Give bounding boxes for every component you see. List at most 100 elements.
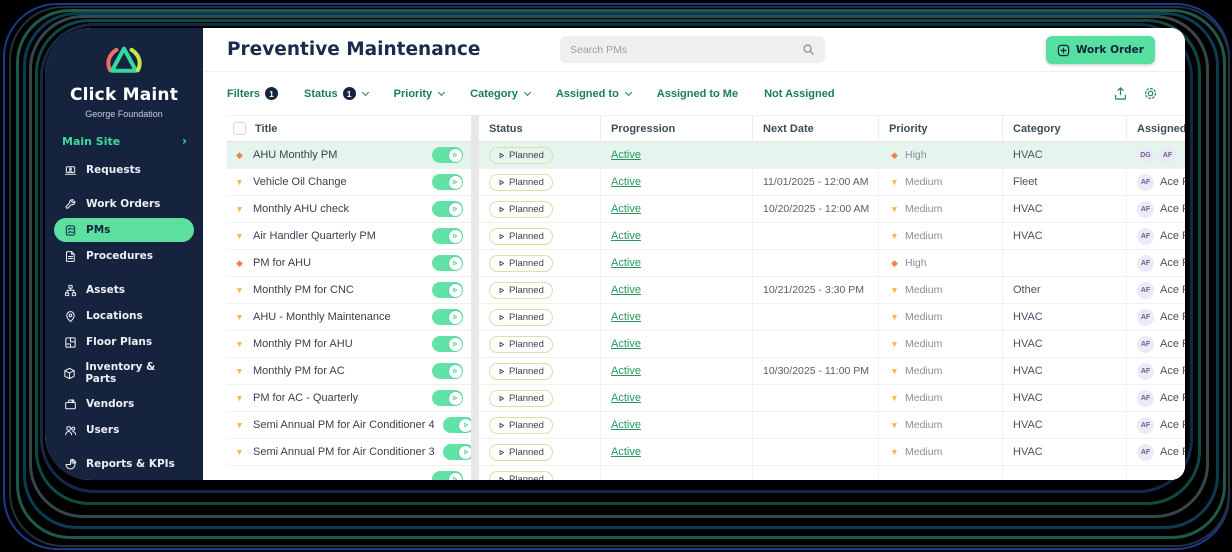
filter-filters[interactable]: Filters 1 (227, 87, 279, 100)
toggle-knob-play-icon (448, 175, 462, 189)
sidebar-item-reports-kpis[interactable]: Reports & KPIs (54, 452, 194, 476)
pm-active-toggle[interactable] (432, 201, 463, 217)
column-header-label: Title (255, 122, 278, 135)
export-icon[interactable] (1113, 86, 1128, 101)
sidebar-item-work-orders[interactable]: Work Orders (54, 192, 194, 216)
sidebar-item-vendors[interactable]: Vendors (54, 392, 194, 416)
chevron-down-icon (624, 88, 632, 96)
filter-assigned-to[interactable]: Assigned to (556, 88, 632, 100)
cell-progression: Active (601, 223, 753, 249)
play-icon (498, 395, 505, 402)
sidebar-item-inventory-parts[interactable]: Inventory & Parts (54, 356, 194, 390)
work-order-button[interactable]: Work Order (1045, 36, 1155, 64)
cell-progression: Active (601, 196, 753, 222)
progression-active-link[interactable]: Active (611, 257, 641, 269)
sidebar-item-users[interactable]: Users (54, 418, 194, 442)
sidebar-item-locations[interactable]: Locations (54, 304, 194, 328)
main-site-switcher[interactable]: Main Site › (45, 134, 203, 148)
filter-count-badge: 1 (342, 87, 356, 100)
filter-status[interactable]: Status 1 (304, 87, 369, 100)
sidebar-item-floor-plans[interactable]: Floor Plans (54, 330, 194, 354)
category-value: HVAC (1013, 230, 1043, 242)
pm-active-toggle[interactable] (432, 471, 463, 480)
priority-medium-icon: ▼ (235, 285, 244, 295)
work-order-label: Work Order (1075, 44, 1144, 56)
table-row[interactable]: ▼ Monthly PM for AC Planned Active 10/30/202… (227, 358, 1185, 385)
pm-active-toggle[interactable] (432, 255, 463, 271)
pm-active-toggle[interactable] (432, 282, 463, 298)
progression-active-link[interactable]: Active (611, 419, 641, 431)
table-row[interactable]: ▼ Monthly PM for CNC Planned Active 10/21/20… (227, 277, 1185, 304)
app-window: Click Maint George Foundation Main Site … (45, 28, 1185, 480)
progression-active-link[interactable]: Active (611, 284, 641, 296)
search-box (560, 36, 825, 63)
progression-active-link[interactable]: Active (611, 311, 641, 323)
table-row[interactable]: ◆ PM for AHU Planned Active ◆ High AF Ace Frehl… (227, 250, 1185, 277)
priority-medium-icon: ▼ (235, 339, 244, 349)
progression-active-link[interactable]: Active (611, 392, 641, 404)
avatar: DG (1137, 146, 1154, 164)
table-row[interactable]: ▼ Monthly AHU check Planned Active 10/20/202… (227, 196, 1185, 223)
progression-active-link[interactable]: Active (611, 230, 641, 242)
brand-logo-icon (45, 28, 203, 84)
cell-status: Planned (479, 169, 601, 195)
filter-assigned-to-me[interactable]: Assigned to Me (657, 88, 738, 100)
sidebar-item-pms[interactable]: PMs (54, 218, 194, 242)
settings-gear-icon[interactable] (1143, 86, 1158, 101)
pm-active-toggle[interactable] (432, 390, 463, 406)
select-all-checkbox[interactable] (233, 122, 246, 135)
pm-active-toggle[interactable] (442, 417, 471, 433)
pm-active-toggle[interactable] (432, 147, 463, 163)
priority-label: Medium (905, 338, 943, 350)
table-row[interactable]: Planned (227, 466, 1185, 480)
sidebar-item-assets[interactable]: Assets (54, 278, 194, 302)
pm-active-toggle[interactable] (442, 444, 471, 460)
progression-active-link[interactable]: Active (611, 365, 641, 377)
cell-progression: Active (601, 169, 753, 195)
table-row[interactable]: ▼ Vehicle Oil Change Planned Active 11/01/20… (227, 169, 1185, 196)
filter-bar: Filters 1 Status 1 Priority Category Assigned … (203, 72, 1185, 115)
column-header-progression: Progression (601, 116, 753, 141)
table-row[interactable]: ▼ Air Handler Quarterly PM Planned Active ▼ M… (227, 223, 1185, 250)
users-icon (63, 423, 77, 437)
filter-priority[interactable]: Priority (394, 88, 446, 100)
chevron-down-icon (523, 88, 531, 96)
filter-label: Filters (227, 87, 261, 100)
progression-active-link[interactable]: Active (611, 446, 641, 458)
column-divider (471, 115, 479, 480)
table-row[interactable]: ▼ Semi Annual PM for Air Conditioner 4 Pla… (227, 412, 1185, 439)
avatar: AF (1137, 308, 1154, 326)
progression-active-link[interactable]: Active (611, 176, 641, 188)
search-input[interactable] (570, 43, 802, 56)
avatar: AF (1137, 362, 1154, 380)
progression-active-link[interactable]: Active (611, 149, 641, 161)
cell-next-date (753, 250, 879, 276)
filter-not-assigned[interactable]: Not Assigned (764, 88, 835, 100)
pm-active-toggle[interactable] (432, 228, 463, 244)
priority-medium-icon: ▼ (890, 231, 899, 241)
pm-active-toggle[interactable] (432, 363, 463, 379)
toggle-knob-play-icon (459, 445, 471, 459)
pms-icon (63, 223, 77, 237)
progression-active-link[interactable]: Active (611, 203, 641, 215)
pm-active-toggle[interactable] (432, 336, 463, 352)
pm-active-toggle[interactable] (432, 309, 463, 325)
sidebar-item-procedures[interactable]: Procedures (54, 244, 194, 268)
floor-plans-icon (63, 335, 77, 349)
table-row[interactable]: ◆ AHU Monthly PM Planned Active ◆ High HVAC DG A… (227, 142, 1185, 169)
table-row[interactable]: ▼ Monthly PM for AHU Planned Active ▼ Medium H… (227, 331, 1185, 358)
filter-category[interactable]: Category (470, 88, 531, 100)
plus-icon (1057, 44, 1070, 56)
cell-assigned-to: AF Ace Frehley (1127, 196, 1185, 222)
table-row[interactable]: ▼ AHU - Monthly Maintenance Planned Active ▼… (227, 304, 1185, 331)
cell-assigned-to: DG AF (1127, 142, 1185, 168)
priority-label: Medium (905, 392, 943, 404)
progression-active-link[interactable]: Active (611, 338, 641, 350)
table-row[interactable]: ▼ PM for AC - Quarterly Planned Active ▼ Medi… (227, 385, 1185, 412)
pm-active-toggle[interactable] (432, 174, 463, 190)
table-row[interactable]: ▼ Semi Annual PM for Air Conditioner 3 Pla… (227, 439, 1185, 466)
sidebar-item-requests[interactable]: Requests (54, 158, 194, 182)
cell-title: ▼ Air Handler Quarterly PM (227, 223, 471, 249)
search-icon[interactable] (802, 43, 815, 56)
cell-next-date (753, 223, 879, 249)
